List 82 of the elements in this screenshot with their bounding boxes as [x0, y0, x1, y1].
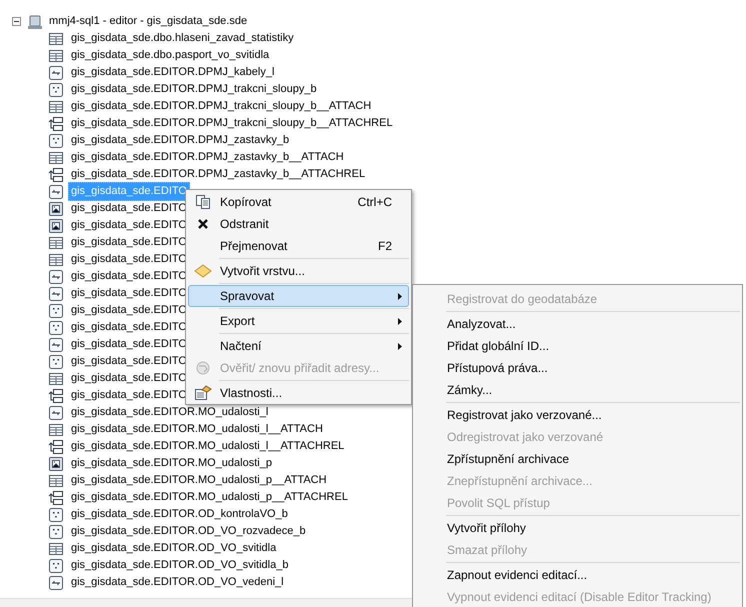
copy-icon	[195, 194, 211, 210]
table-icon	[48, 30, 64, 46]
tree-item[interactable]: gis_gisdata_sde.EDITOR.DPMJ_zastavky_b__ATTACHREL	[68, 165, 368, 184]
tree-item[interactable]: gis_gisdata_sde.EDITOR.DPMJ_zastavky_b__ATTACH	[68, 148, 347, 167]
table-icon	[48, 422, 64, 438]
menu-item[interactable]: Načtení	[188, 335, 409, 357]
menu-item[interactable]: Vytvořit přílohy	[415, 517, 740, 539]
line-feature-icon	[48, 574, 64, 590]
point-feature-icon	[48, 506, 64, 522]
tree-item[interactable]: gis_gisdata_sde.dbo.pasport_vo_svitidla	[68, 46, 272, 65]
point-feature-icon	[48, 320, 64, 336]
horizontal-scrollbar[interactable]	[0, 598, 412, 607]
properties-icon	[194, 385, 212, 401]
menu-item[interactable]: Spravovat	[188, 285, 409, 307]
submenu-arrow-icon	[398, 342, 402, 350]
line-feature-icon	[48, 268, 64, 284]
table-icon	[48, 252, 64, 268]
menu-item[interactable]: Přístupová práva...	[415, 357, 740, 379]
menu-item[interactable]: Vlastnosti...	[188, 382, 409, 404]
tree-item[interactable]: gis_gisdata_sde.EDITOR.OD_VO_rozvadece_b	[68, 522, 309, 541]
tree-item[interactable]: gis_gisdata_sde.dbo.hlaseni_zavad_statistiky	[68, 29, 297, 48]
tree-item[interactable]: gis_gisdata_sde.EDITOR.MO_udalosti_p__ATTACH	[68, 471, 330, 490]
tree-item[interactable]: gis_gisdata_sde.EDITOR.MO_udalosti_l__ATTACHREL	[68, 437, 348, 456]
tree-item[interactable]: gis_gisdata_sde.EDITOR.MO_udalosti_p	[68, 454, 275, 473]
table-icon	[48, 370, 64, 386]
line-feature-icon	[48, 336, 64, 352]
menu-item[interactable]: Odstranit	[188, 213, 409, 235]
table-icon	[48, 48, 64, 64]
tree-item[interactable]: gis_gisdata_sde.EDITOR.MO_udalosti_p__ATTACHREL	[68, 488, 351, 507]
menu-item[interactable]: Registrovat jako verzované...	[415, 404, 740, 426]
tree-item[interactable]: gis_gisdata_sde.EDITOR.DPMJ_kabely_l	[68, 63, 278, 82]
database-icon	[27, 14, 43, 30]
line-feature-icon	[48, 64, 64, 80]
relationship-icon	[48, 388, 64, 404]
tree-item[interactable]: gis_gisdata_sde.EDITOR.DPMJ_trakcni_sloupy_b__ATTACHREL	[68, 114, 396, 133]
shortcut-label: F2	[378, 238, 392, 255]
relationship-icon	[48, 166, 64, 182]
tree-item[interactable]: mmj4-sql1 - editor - gis_gisdata_sde.sde	[49, 13, 248, 30]
shortcut-label: Ctrl+C	[358, 194, 392, 211]
submenu-arrow-icon	[398, 318, 402, 324]
menu-item[interactable]: Přejmenovat F2	[188, 235, 409, 257]
tree-item[interactable]: gis_gisdata_sde.EDITOR.OD_VO_svitidla_b	[68, 556, 292, 575]
raster-icon	[48, 200, 64, 216]
point-feature-icon	[48, 132, 64, 148]
table-icon	[48, 98, 64, 114]
tree-item[interactable]: gis_gisdata_sde.EDITOR.DPMJ_trakcni_sloupy_b	[68, 80, 320, 99]
collapse-toggle[interactable]	[12, 17, 21, 26]
raster-icon	[48, 456, 64, 472]
table-icon	[48, 472, 64, 488]
point-feature-icon	[48, 524, 64, 540]
menu-item[interactable]: Zapnout evidenci editací...	[415, 564, 740, 586]
menu-item[interactable]: Kopírovat Ctrl+C	[188, 191, 409, 213]
relationship-icon	[48, 490, 64, 506]
tree-item[interactable]: gis_gisdata_sde.EDITOR.DPMJ_zastavky_b	[68, 131, 292, 150]
point-feature-icon	[48, 558, 64, 574]
relationship-icon	[48, 438, 64, 454]
menu-item[interactable]: Přidat globální ID...	[415, 335, 740, 357]
tree-item[interactable]: gis_gisdata_sde.EDITOR.OD_VO_svitidla	[68, 539, 280, 558]
tree-item[interactable]: gis_gisdata_sde.EDITOR.OD_VO_vedeni_l	[68, 573, 287, 592]
tree-item[interactable]: gis_gisdata_sde.EDITOR.DPMJ_trakcni_sloupy_b__ATTACH	[68, 97, 374, 116]
tree-item[interactable]: gis_gisdata_sde.EDITOR.OD_kontrolaVO_b	[68, 505, 291, 524]
tree-item[interactable]: gis_gisdata_sde.EDITOR.MO_udalosti_l__ATTACH	[68, 420, 326, 439]
point-feature-icon	[48, 302, 64, 318]
table-icon	[48, 540, 64, 556]
raster-icon	[48, 218, 64, 234]
menu-item[interactable]: Zámky...	[415, 379, 740, 401]
menu-item[interactable]: Vytvořit vrstvu...	[188, 260, 409, 282]
line-feature-icon	[48, 404, 64, 420]
menu-item[interactable]: Zpřístupnění archivace	[415, 448, 740, 470]
relationship-icon	[48, 116, 64, 132]
line-feature-icon	[48, 286, 64, 302]
table-icon	[48, 234, 64, 250]
tree-item[interactable]: gis_gisdata_sde.EDITOR.MO_udalosti_l	[68, 403, 272, 422]
menu-item[interactable]: Analyzovat...	[415, 313, 740, 335]
point-feature-icon	[48, 82, 64, 98]
diamond-icon	[194, 264, 212, 278]
point-feature-icon	[48, 354, 64, 370]
table-icon	[48, 150, 64, 166]
line-feature-icon	[48, 184, 64, 200]
submenu-arrow-icon	[398, 292, 402, 300]
menu-item[interactable]: Export	[188, 310, 409, 332]
delete-icon	[197, 218, 209, 230]
